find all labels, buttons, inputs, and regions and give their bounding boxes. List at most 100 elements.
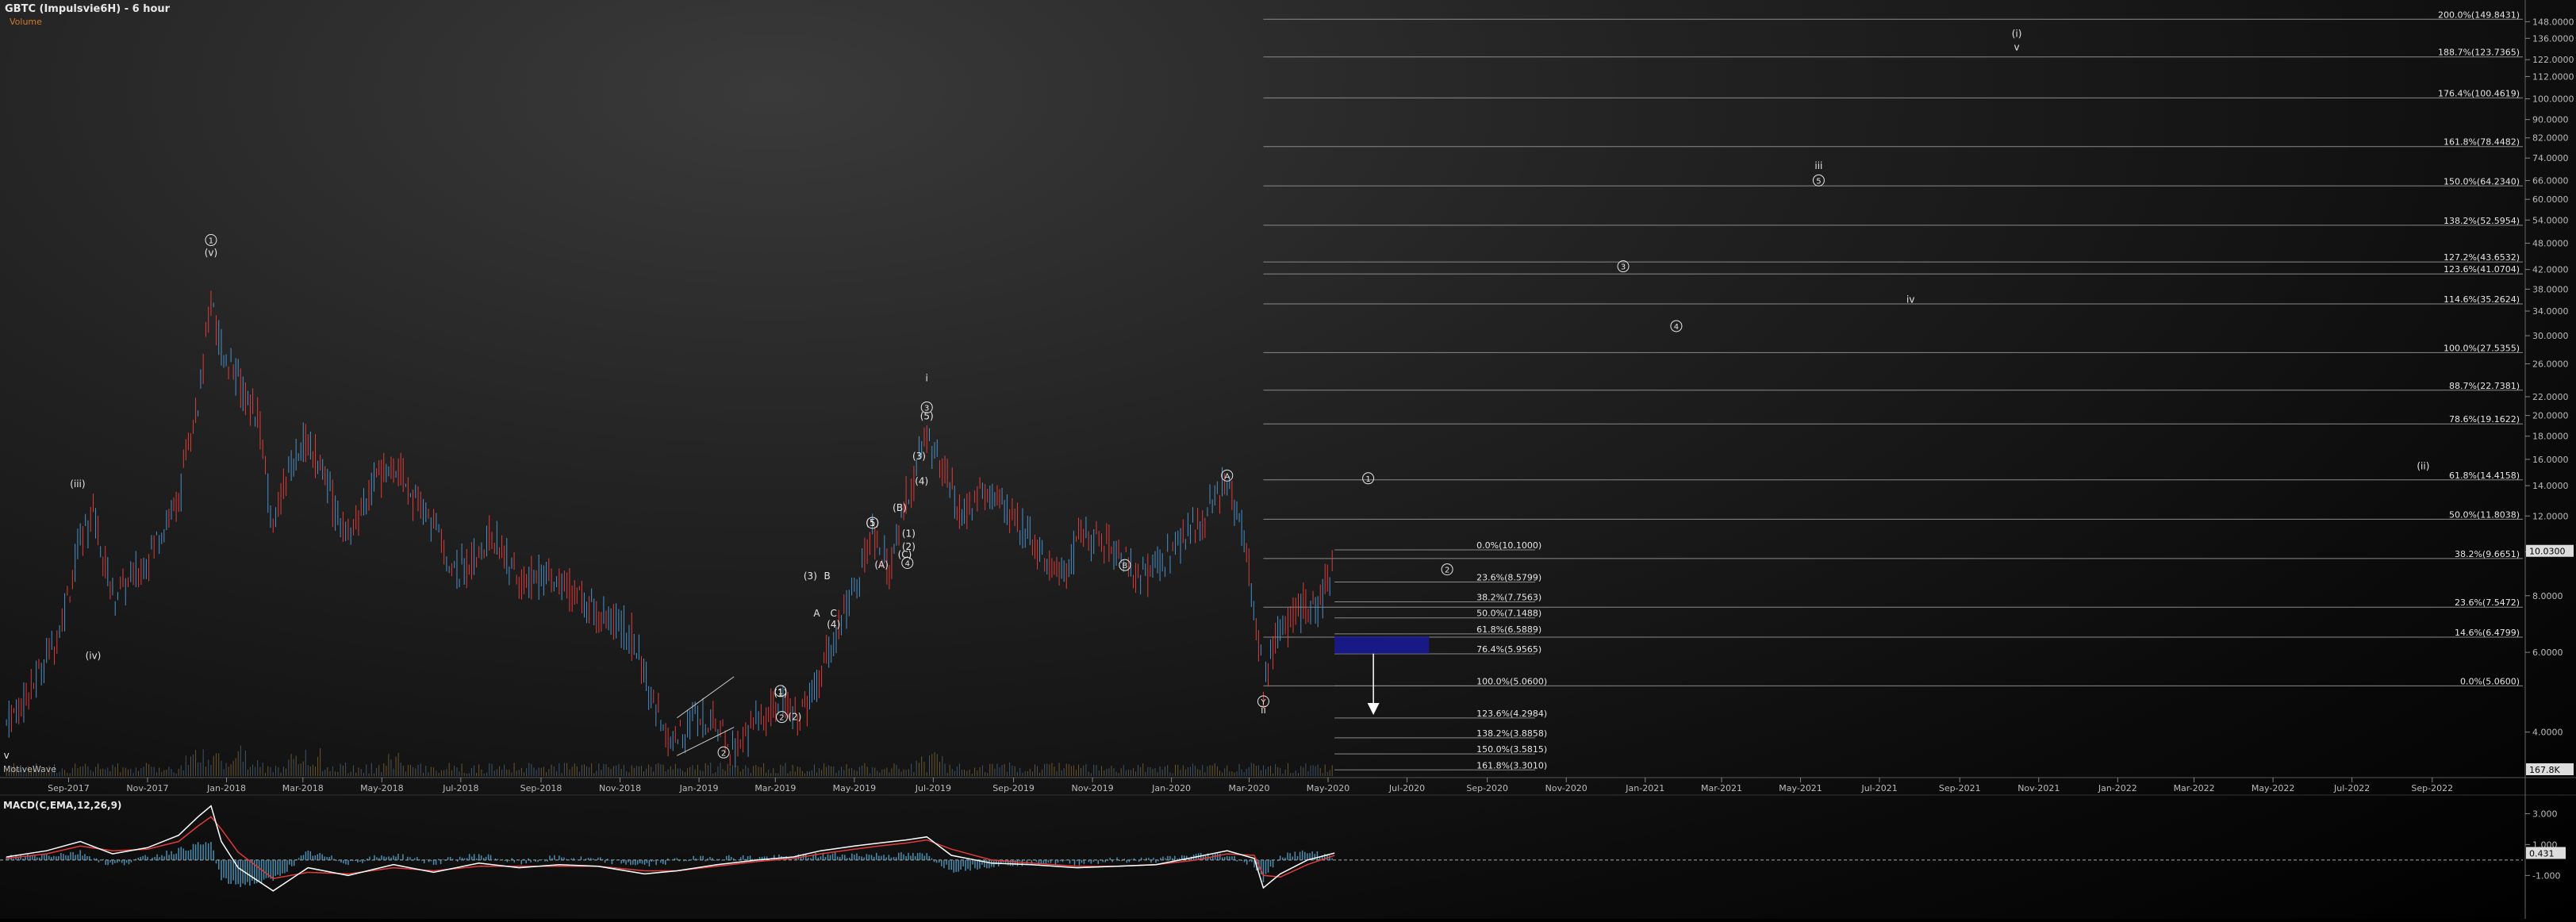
x-tick-label: Sep-2018 bbox=[520, 783, 562, 793]
x-tick-label: Mar-2018 bbox=[282, 783, 324, 793]
fib-label-left: 161.8%(3.3010) bbox=[1476, 760, 1547, 770]
fib-label-right: 78.6%(19.1622) bbox=[2449, 414, 2520, 425]
y-tick-label: 26.0000 bbox=[2532, 359, 2569, 370]
x-tick-label: Sep-2022 bbox=[2411, 783, 2453, 793]
y-tick-label: 100.0000 bbox=[2532, 94, 2574, 105]
target-zone-box bbox=[1334, 636, 1430, 654]
wave-label: (3) bbox=[804, 570, 817, 582]
fib-label-right: 61.8%(14.4158) bbox=[2449, 471, 2520, 481]
fib-label-left: 123.6%(4.2984) bbox=[1476, 709, 1547, 719]
fib-label-right: 200.0%(149.8431) bbox=[2438, 10, 2520, 20]
x-tick-label: Nov-2019 bbox=[1072, 783, 1114, 793]
y-tick-label: 54.0000 bbox=[2532, 215, 2569, 225]
x-tick-label: Jan-2018 bbox=[206, 783, 246, 793]
y-tick-label: 74.0000 bbox=[2532, 153, 2569, 163]
x-tick-label: Jul-2020 bbox=[1388, 783, 1425, 793]
y-tick-label: 20.0000 bbox=[2532, 411, 2569, 421]
wave-label: iv bbox=[1906, 294, 1914, 305]
fib-label-left: 100.0%(5.0600) bbox=[1476, 676, 1547, 686]
fib-label-right: 50.0%(11.8038) bbox=[2449, 509, 2520, 520]
y-tick-label: 122.0000 bbox=[2532, 55, 2574, 65]
chart-title: GBTC (Impulsvie6H) - 6 hour bbox=[5, 3, 171, 15]
x-tick-label: May-2019 bbox=[833, 783, 877, 793]
y-tick-label: 8.0000 bbox=[2532, 591, 2563, 601]
fib-label-right: 23.6%(7.5472) bbox=[2455, 597, 2520, 608]
x-tick-label: Nov-2021 bbox=[2017, 783, 2060, 793]
macd-title: MACD(C,EMA,12,26,9) bbox=[3, 800, 121, 811]
y-tick-label: 22.0000 bbox=[2532, 392, 2569, 402]
wave-label: (1) bbox=[902, 528, 916, 539]
x-tick-label: Jan-2019 bbox=[679, 783, 719, 793]
chart-svg: 0.0%(10.1000) 23.6%(8.5799) 38.2%(7.7563) 5… bbox=[0, 0, 2576, 919]
wave-label: i bbox=[926, 372, 928, 383]
x-tick-label: Mar-2020 bbox=[1228, 783, 1269, 793]
circled-wave-label: 3 bbox=[924, 404, 929, 413]
x-tick-label: Sep-2020 bbox=[1466, 783, 1508, 793]
wave-label: (i) bbox=[2012, 28, 2022, 39]
fib-label-left: 76.4%(5.9565) bbox=[1476, 644, 1541, 655]
wave-label: (4) bbox=[827, 619, 840, 630]
fib-label-right: 114.6%(35.2624) bbox=[2444, 294, 2520, 305]
fib-label-right: 38.2%(9.6651) bbox=[2455, 549, 2520, 559]
fib-label-right: 123.6%(41.0704) bbox=[2444, 264, 2520, 275]
x-tick-label: Mar-2022 bbox=[2174, 783, 2215, 793]
circled-wave-label: 2 bbox=[721, 749, 726, 758]
circled-wave-label: 5 bbox=[1816, 177, 1821, 186]
x-tick-label: Mar-2019 bbox=[754, 783, 796, 793]
y-tick-label: 18.0000 bbox=[2532, 432, 2569, 442]
wave-label: (2) bbox=[788, 712, 801, 723]
volume-label: Volume bbox=[10, 17, 42, 27]
wave-label: iii bbox=[1814, 160, 1822, 171]
y-tick-label: 6.0000 bbox=[2532, 647, 2563, 658]
x-tick-label: Sep-2019 bbox=[992, 783, 1035, 793]
y-tick-label: 112.0000 bbox=[2532, 71, 2574, 82]
x-tick-label: Mar-2021 bbox=[1701, 783, 1742, 793]
x-tick-label: Jan-2021 bbox=[1625, 783, 1664, 793]
x-tick-label: Nov-2020 bbox=[1545, 783, 1587, 793]
y-tick-label: 34.0000 bbox=[2532, 306, 2569, 317]
wave-label: A bbox=[813, 608, 820, 619]
y-tick-label: 12.0000 bbox=[2532, 511, 2569, 521]
x-tick-label: Jan-2022 bbox=[2098, 783, 2137, 793]
circled-wave-label: 1 bbox=[778, 688, 783, 697]
x-tick-label: Sep-2017 bbox=[48, 783, 90, 793]
wave-label: v bbox=[2014, 41, 2019, 52]
fib-label-right: 161.8%(78.4482) bbox=[2444, 137, 2520, 148]
circled-wave-label: 3 bbox=[1621, 263, 1626, 272]
fib-label-right: 138.2%(52.5954) bbox=[2444, 216, 2520, 226]
y-tick-label: 148.0000 bbox=[2532, 17, 2574, 27]
circled-wave-label: Y bbox=[1260, 698, 1266, 707]
last-volume-label: 167.8K bbox=[2529, 765, 2560, 775]
circled-wave-label: 1 bbox=[1365, 475, 1370, 484]
wave-label: (A) bbox=[874, 559, 889, 570]
wave-label: v bbox=[4, 750, 10, 761]
x-tick-label: Sep-2021 bbox=[1939, 783, 1981, 793]
x-tick-label: Jul-2018 bbox=[442, 783, 478, 793]
wave-label: (3) bbox=[912, 451, 926, 462]
wave-label: (2) bbox=[902, 541, 916, 552]
fib-label-right: 188.7%(123.7365) bbox=[2438, 48, 2520, 58]
y-tick-label: 38.0000 bbox=[2532, 284, 2569, 294]
circled-wave-label: 4 bbox=[1674, 323, 1679, 332]
wave-label: (ii) bbox=[2417, 461, 2429, 472]
y-tick-label: 136.0000 bbox=[2532, 33, 2574, 44]
y-tick-label: 4.0000 bbox=[2532, 728, 2563, 738]
fib-label-left: 150.0%(3.5815) bbox=[1476, 744, 1547, 755]
x-tick-label: Nov-2017 bbox=[126, 783, 168, 793]
circled-wave-label: 2 bbox=[1445, 567, 1449, 575]
y-tick-label: 30.0000 bbox=[2532, 331, 2569, 341]
x-tick-label: Jul-2019 bbox=[915, 783, 951, 793]
y-tick-label: 48.0000 bbox=[2532, 239, 2569, 249]
wave-label: B bbox=[823, 570, 830, 582]
wave-label: C bbox=[831, 608, 837, 619]
fib-label-right: 0.0%(5.0600) bbox=[2460, 676, 2520, 686]
circled-wave-label: 4 bbox=[905, 559, 910, 568]
fib-label-right: 14.6%(6.4799) bbox=[2455, 628, 2520, 638]
y-tick-label: 90.0000 bbox=[2532, 115, 2569, 125]
fib-label-left: 138.2%(3.8858) bbox=[1476, 728, 1547, 739]
watermark: MotiveWave bbox=[3, 764, 56, 774]
wave-label: (4) bbox=[915, 475, 928, 486]
circled-wave-label: 2 bbox=[779, 714, 784, 723]
channel-line-upper bbox=[677, 676, 735, 719]
fib-label-left: 50.0%(7.1488) bbox=[1476, 609, 1541, 619]
